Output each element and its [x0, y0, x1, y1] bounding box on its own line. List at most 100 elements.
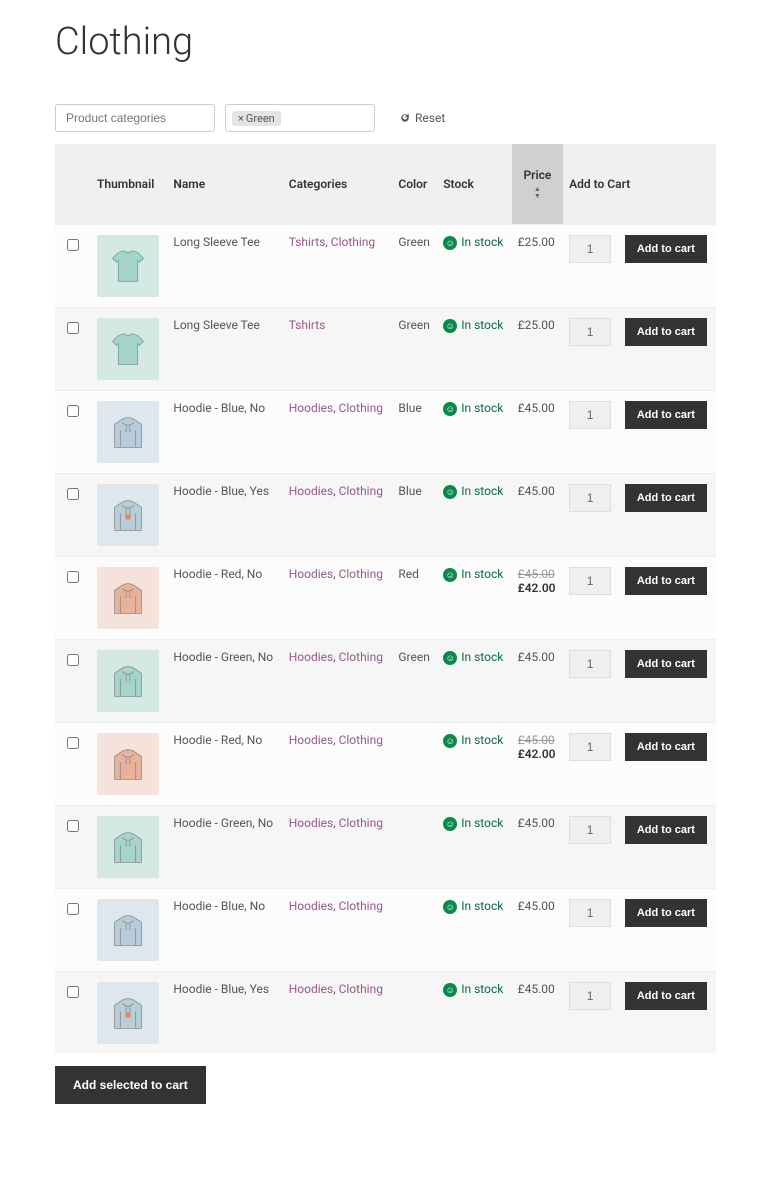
header-price[interactable]: Price ▲▼: [512, 144, 564, 225]
product-name[interactable]: Hoodie - Green, No: [167, 806, 282, 889]
smile-icon: ☺: [443, 900, 457, 914]
product-thumbnail[interactable]: [97, 235, 159, 297]
category-link[interactable]: Clothing: [339, 982, 383, 996]
add-to-cart-button[interactable]: Add to cart: [625, 318, 707, 346]
category-link[interactable]: Clothing: [339, 650, 383, 664]
product-name[interactable]: Hoodie - Blue, Yes: [167, 972, 282, 1055]
reset-button[interactable]: Reset: [399, 111, 445, 125]
category-link[interactable]: Hoodies: [289, 733, 334, 747]
product-thumbnail[interactable]: [97, 567, 159, 629]
category-link[interactable]: Clothing: [339, 899, 383, 913]
header-color[interactable]: Color: [392, 144, 437, 225]
product-name[interactable]: Hoodie - Blue, No: [167, 889, 282, 972]
product-color: Blue: [392, 391, 437, 474]
product-name[interactable]: Hoodie - Red, No: [167, 723, 282, 806]
add-to-cart-button[interactable]: Add to cart: [625, 982, 707, 1010]
table-row: Hoodie - Blue, No Hoodies, Clothing ☺In …: [55, 889, 716, 972]
filter-tag-label: Green: [246, 112, 275, 125]
category-link[interactable]: Hoodies: [289, 982, 334, 996]
quantity-input[interactable]: [569, 982, 611, 1010]
quantity-input[interactable]: [569, 733, 611, 761]
row-checkbox[interactable]: [67, 737, 79, 749]
header-categories[interactable]: Categories: [283, 144, 393, 225]
row-checkbox[interactable]: [67, 654, 79, 666]
smile-icon: ☺: [443, 319, 457, 333]
product-thumbnail[interactable]: [97, 484, 159, 546]
product-color: Green: [392, 640, 437, 723]
add-to-cart-button[interactable]: Add to cart: [625, 650, 707, 678]
category-link[interactable]: Hoodies: [289, 484, 334, 498]
header-stock[interactable]: Stock: [437, 144, 511, 225]
product-thumbnail[interactable]: [97, 733, 159, 795]
filter-tags-input[interactable]: × Green: [225, 104, 375, 132]
category-link[interactable]: Clothing: [339, 816, 383, 830]
quantity-input[interactable]: [569, 484, 611, 512]
category-link[interactable]: Tshirts: [289, 235, 326, 249]
product-name[interactable]: Hoodie - Blue, No: [167, 391, 282, 474]
price: £45.00: [518, 401, 555, 415]
header-name[interactable]: Name: [167, 144, 282, 225]
quantity-input[interactable]: [569, 816, 611, 844]
category-link[interactable]: Hoodies: [289, 401, 334, 415]
remove-tag-icon[interactable]: ×: [238, 112, 244, 125]
quantity-input[interactable]: [569, 650, 611, 678]
add-to-cart-button[interactable]: Add to cart: [625, 401, 707, 429]
product-name[interactable]: Hoodie - Green, No: [167, 640, 282, 723]
quantity-input[interactable]: [569, 401, 611, 429]
category-link[interactable]: Hoodies: [289, 816, 334, 830]
smile-icon: ☺: [443, 236, 457, 250]
page-title: Clothing: [55, 20, 716, 64]
add-selected-to-cart-button[interactable]: Add selected to cart: [55, 1066, 206, 1104]
category-link[interactable]: Clothing: [339, 567, 383, 581]
stock-status: ☺In stock: [443, 401, 505, 416]
product-thumbnail[interactable]: [97, 318, 159, 380]
quantity-input[interactable]: [569, 567, 611, 595]
category-link[interactable]: Hoodies: [289, 650, 334, 664]
quantity-input[interactable]: [569, 899, 611, 927]
add-to-cart-button[interactable]: Add to cart: [625, 733, 707, 761]
table-row: Hoodie - Red, No Hoodies, Clothing ☺In s…: [55, 723, 716, 806]
row-checkbox[interactable]: [67, 571, 79, 583]
quantity-input[interactable]: [569, 318, 611, 346]
product-categories: Tshirts: [283, 308, 393, 391]
smile-icon: ☺: [443, 568, 457, 582]
category-link[interactable]: Clothing: [331, 235, 375, 249]
add-to-cart-button[interactable]: Add to cart: [625, 816, 707, 844]
product-name[interactable]: Long Sleeve Tee: [167, 225, 282, 308]
product-name[interactable]: Long Sleeve Tee: [167, 308, 282, 391]
row-checkbox[interactable]: [67, 488, 79, 500]
product-thumbnail[interactable]: [97, 816, 159, 878]
add-to-cart-button[interactable]: Add to cart: [625, 567, 707, 595]
price: £45.00: [518, 650, 555, 664]
category-link[interactable]: Hoodies: [289, 567, 334, 581]
product-price-cell: £45.00: [512, 474, 564, 557]
row-checkbox[interactable]: [67, 322, 79, 334]
refresh-icon: [399, 112, 411, 124]
category-link[interactable]: Clothing: [339, 484, 383, 498]
quantity-input[interactable]: [569, 235, 611, 263]
filters-row: × Green Reset: [55, 104, 716, 132]
filter-tag-green[interactable]: × Green: [232, 111, 281, 126]
category-link[interactable]: Clothing: [339, 733, 383, 747]
header-thumbnail[interactable]: Thumbnail: [91, 144, 167, 225]
row-checkbox[interactable]: [67, 820, 79, 832]
row-checkbox[interactable]: [67, 986, 79, 998]
add-to-cart-button[interactable]: Add to cart: [625, 899, 707, 927]
product-thumbnail[interactable]: [97, 401, 159, 463]
product-name[interactable]: Hoodie - Red, No: [167, 557, 282, 640]
category-link[interactable]: Hoodies: [289, 899, 334, 913]
add-to-cart-button[interactable]: Add to cart: [625, 235, 707, 263]
row-checkbox[interactable]: [67, 239, 79, 251]
product-thumbnail[interactable]: [97, 650, 159, 712]
product-thumbnail[interactable]: [97, 899, 159, 961]
row-checkbox[interactable]: [67, 405, 79, 417]
product-name[interactable]: Hoodie - Blue, Yes: [167, 474, 282, 557]
product-categories-input[interactable]: [55, 104, 215, 132]
product-thumbnail[interactable]: [97, 982, 159, 1044]
row-checkbox[interactable]: [67, 903, 79, 915]
stock-status: ☺In stock: [443, 899, 505, 914]
category-link[interactable]: Tshirts: [289, 318, 326, 332]
add-to-cart-button[interactable]: Add to cart: [625, 484, 707, 512]
category-link[interactable]: Clothing: [339, 401, 383, 415]
price: £25.00: [518, 235, 555, 249]
